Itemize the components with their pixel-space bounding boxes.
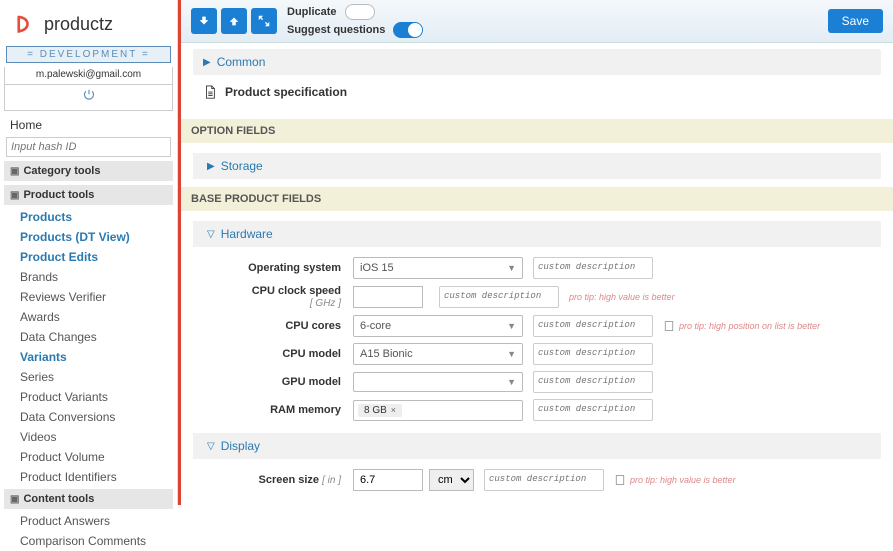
logout-button[interactable] [4,85,173,111]
nav-data-changes[interactable]: Data Changes [14,327,173,347]
section-category-tools[interactable]: ▣Category tools [4,161,173,181]
arrow-down-icon [197,14,211,28]
expand-button[interactable] [251,8,277,34]
nav-home[interactable]: Home [4,115,173,135]
display-section-toggle[interactable]: ▽Display [193,433,881,459]
cpu-model-select[interactable]: A15 Bionic▼ [353,343,523,365]
cores-protip: pro tip: high position on list is better [663,320,820,332]
nav-product-answers[interactable]: Product Answers [14,511,173,531]
document-icon [663,320,675,332]
screen-protip: pro tip: high value is better [614,474,736,486]
os-select[interactable]: iOS 15▼ [353,257,523,279]
screen-input[interactable] [353,469,423,491]
move-down-button[interactable] [191,8,217,34]
remove-tag-icon[interactable]: × [391,405,396,415]
env-badge: = DEVELOPMENT = [6,46,171,63]
ram-tag: 8 GB× [358,404,402,417]
gpu-model-label: GPU model [193,376,353,388]
nav-comparison-comments[interactable]: Comparison Comments [14,531,173,551]
cores-select[interactable]: 6-core▼ [353,315,523,337]
storage-section-toggle[interactable]: ▶Storage [193,153,881,179]
hardware-section-toggle[interactable]: ▽Hardware [193,221,881,247]
product-spec-heading: Product specification [193,81,881,109]
caret-down-icon: ▼ [507,263,516,273]
power-icon [83,89,95,101]
base-fields-band: BASE PRODUCT FIELDS [181,187,893,211]
display-form: Screen size [ in ] cm pro tip: high valu… [181,463,893,497]
screen-unit-select[interactable]: cm [429,469,474,491]
os-label: Operating system [193,262,353,274]
triangle-right-icon: ▶ [203,57,211,68]
screen-desc[interactable] [484,469,604,491]
triangle-down-icon: ▽ [207,441,215,452]
section-product-tools[interactable]: ▣Product tools [4,185,173,205]
move-up-button[interactable] [221,8,247,34]
brand-logo-icon [10,10,38,38]
cores-desc[interactable] [533,315,653,337]
caret-down-icon: ▼ [507,377,516,387]
nav-series[interactable]: Series [14,367,173,387]
sidebar: productz = DEVELOPMENT = m.palewski@gmai… [0,0,178,505]
clock-protip: pro tip: high value is better [569,292,675,302]
nav-videos[interactable]: Videos [14,427,173,447]
nav-product-identifiers[interactable]: Product Identifiers [14,467,173,487]
os-desc[interactable] [533,257,653,279]
cpu-model-desc[interactable] [533,343,653,365]
expand-icon [257,14,271,28]
main-content: Duplicate Suggest questions Save ▶Common… [178,0,893,505]
hash-input[interactable] [6,137,171,157]
clock-input[interactable] [353,286,423,308]
collapse-icon: ▣ [10,166,19,177]
nav-product-variants[interactable]: Product Variants [14,387,173,407]
document-icon [203,85,217,99]
suggest-toggle[interactable] [393,22,423,38]
ram-tags[interactable]: 8 GB× [353,400,523,421]
user-email: m.palewski@gmail.com [4,67,173,85]
nav-awards[interactable]: Awards [14,307,173,327]
gpu-model-desc[interactable] [533,371,653,393]
content-tools-list: Product Answers Comparison Comments [4,511,173,551]
option-fields-band: OPTION FIELDS [181,119,893,143]
ram-desc[interactable] [533,399,653,421]
clock-label: CPU clock speed[ GHz ] [193,285,353,309]
triangle-right-icon: ▶ [207,161,215,172]
collapse-icon: ▣ [10,190,19,201]
nav-product-edits[interactable]: Product Edits [14,247,173,267]
document-icon [614,474,626,486]
nav-variants[interactable]: Variants [14,347,173,367]
nav-products[interactable]: Products [14,207,173,227]
save-button[interactable]: Save [828,9,883,33]
gpu-model-select[interactable]: ▼ [353,372,523,392]
brand: productz [4,6,173,46]
nav-brands[interactable]: Brands [14,267,173,287]
clock-desc[interactable] [439,286,559,308]
product-tools-list: Products Products (DT View) Product Edit… [4,207,173,487]
cpu-model-label: CPU model [193,348,353,360]
ram-label: RAM memory [193,404,353,416]
suggest-label: Suggest questions [287,24,385,36]
caret-down-icon: ▼ [507,321,516,331]
arrow-up-icon [227,14,241,28]
nav-reviews[interactable]: Reviews Verifier [14,287,173,307]
nav-products-dt[interactable]: Products (DT View) [14,227,173,247]
nav-data-conversions[interactable]: Data Conversions [14,407,173,427]
duplicate-toggle[interactable] [345,4,375,20]
collapse-icon: ▣ [10,494,19,505]
topbar: Duplicate Suggest questions Save [181,0,893,43]
cores-label: CPU cores [193,320,353,332]
caret-down-icon: ▼ [507,349,516,359]
brand-name: productz [44,14,113,35]
triangle-down-icon: ▽ [207,229,215,240]
nav-product-volume[interactable]: Product Volume [14,447,173,467]
hardware-form: Operating system iOS 15▼ CPU clock speed… [181,251,893,427]
duplicate-label: Duplicate [287,6,337,18]
section-content-tools[interactable]: ▣Content tools [4,489,173,509]
common-section-toggle[interactable]: ▶Common [193,49,881,75]
screen-label: Screen size [ in ] [193,474,353,486]
